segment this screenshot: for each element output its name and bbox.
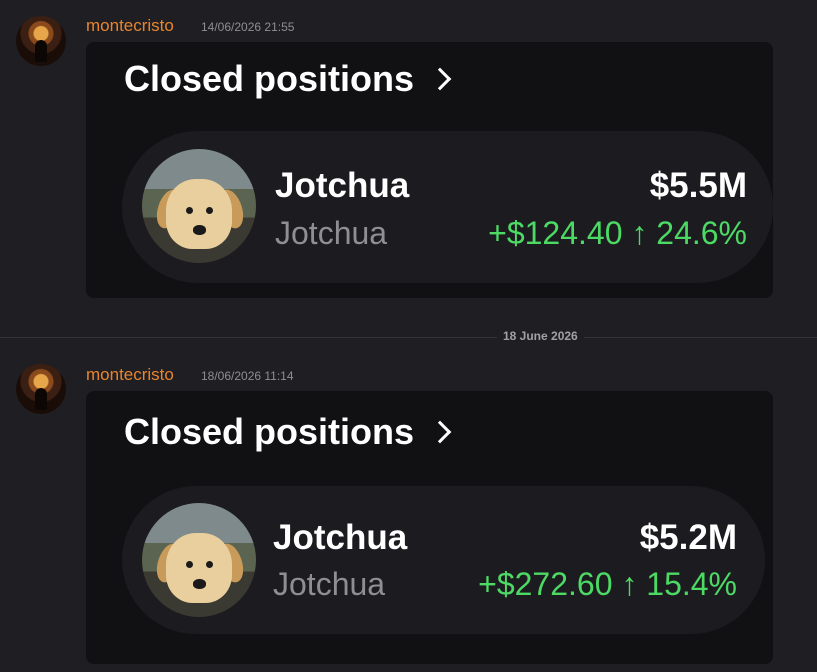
position-gain: +$272.60 ↑ 15.4% <box>478 566 737 602</box>
embed-title-text: Closed positions <box>124 58 415 99</box>
embed-title[interactable]: Closed positions <box>124 58 452 100</box>
position-value: $5.2M <box>639 518 737 557</box>
position-gain: +$124.40 ↑ 24.6% <box>488 215 747 251</box>
date-divider-line <box>0 337 817 338</box>
date-divider-label: 18 June 2026 <box>497 329 584 343</box>
position-subtitle: Jotchua <box>275 215 388 251</box>
closed-positions-embed: Closed positions Jotchua Jotchua $5.5M +… <box>86 42 773 298</box>
position-card[interactable]: Jotchua Jotchua $5.5M +$124.40 ↑ 24.6% <box>122 131 773 283</box>
position-value: $5.5M <box>649 166 747 205</box>
dog-token-image <box>142 503 256 617</box>
user-avatar[interactable] <box>16 364 66 414</box>
user-avatar[interactable] <box>16 16 66 66</box>
embed-title[interactable]: Closed positions <box>124 411 452 453</box>
username[interactable]: montecristo <box>86 16 174 36</box>
position-card[interactable]: Jotchua Jotchua $5.2M +$272.60 ↑ 15.4% <box>122 486 765 634</box>
closed-positions-embed: Closed positions Jotchua Jotchua $5.2M +… <box>86 391 773 664</box>
username[interactable]: montecristo <box>86 365 174 385</box>
chevron-right-icon[interactable] <box>428 67 452 91</box>
position-name: Jotchua <box>275 166 410 205</box>
position-subtitle: Jotchua <box>273 566 386 602</box>
message-timestamp: 18/06/2026 11:14 <box>201 369 294 383</box>
embed-title-text: Closed positions <box>124 411 415 452</box>
dog-token-image <box>142 149 256 263</box>
chevron-right-icon[interactable] <box>428 420 452 444</box>
message-timestamp: 14/06/2026 21:55 <box>201 20 295 34</box>
position-name: Jotchua <box>273 518 408 557</box>
